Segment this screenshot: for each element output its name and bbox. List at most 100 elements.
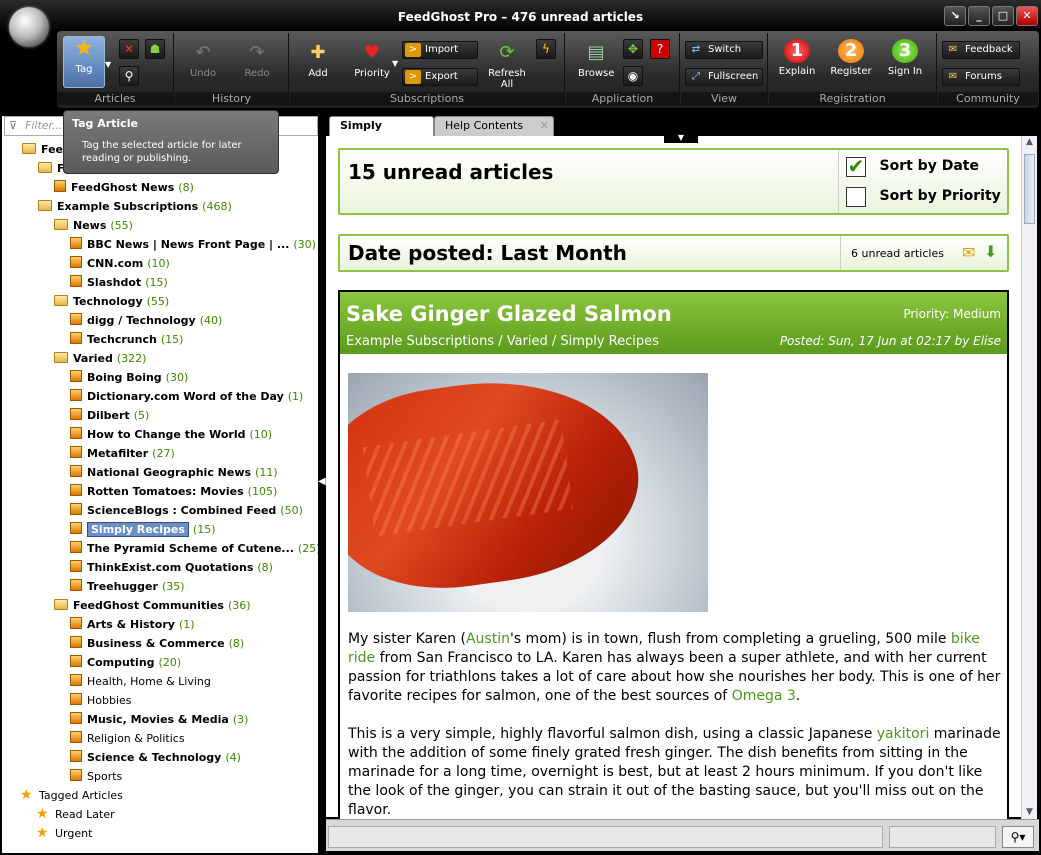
forums-button[interactable]: ✉ Forums [942,68,1020,86]
lightning-icon[interactable]: ϟ [536,39,556,59]
article-header[interactable]: Sake Ginger Glazed Salmon Priority: Medi… [340,292,1007,354]
tree-feed[interactable]: Metafilter (27) [70,444,175,463]
explain-button[interactable]: 1 Explain [775,39,819,77]
checkbox-unchecked-icon[interactable] [846,187,866,207]
rss-feed-icon [70,484,82,496]
tree-feed[interactable]: FeedGhost News (8) [54,178,194,197]
priority-dropdown-arrow[interactable]: ▼ [392,59,398,68]
sidebar: ⊽ Filter... Feed F FeedGhost News (8) Exa… [2,116,321,853]
tag-button[interactable]: ★ Tag [63,36,105,88]
down-arrow-icon[interactable]: ⬇ [984,242,997,261]
tree-feed[interactable]: Slashdot (15) [70,273,168,292]
tree-folder[interactable]: FeedGhost Communities (36) [54,596,251,615]
tree-feed[interactable]: BBC News | News Front Page | ... (30) [70,235,316,254]
title-bar[interactable]: FeedGhost Pro – 476 unread articles ↘ _ … [0,0,1041,32]
minimize-button[interactable]: _ [968,6,990,26]
vertical-scrollbar[interactable]: ▲ ▼ [1021,136,1037,821]
tree-feed[interactable]: Dictionary.com Word of the Day (1) [70,387,303,406]
date-group-header[interactable]: Date posted: Last Month 6 unread article… [338,234,1009,272]
register-button[interactable]: 2 Register [829,39,873,77]
tree-feed[interactable]: How to Change the World (10) [70,425,272,444]
priority-button[interactable]: ♥ Priority [352,41,392,79]
tree-feed[interactable]: Science & Technology (4) [70,748,241,767]
tree-tagged-articles[interactable]: ★ Tagged Articles [20,786,123,805]
tree-feed[interactable]: CNN.com (10) [70,254,170,273]
options-icon[interactable]: ◉ [623,66,643,86]
tree-feed[interactable]: Health, Home & Living [70,672,211,691]
link-austin[interactable]: Austin [466,631,510,647]
tree-folder[interactable]: Varied (322) [54,349,146,368]
rss-feed-icon [70,256,82,268]
window-title: FeedGhost Pro – 476 unread articles [397,10,644,24]
add-button[interactable]: ✚ Add [304,41,332,79]
tree-tag[interactable]: ★ Read Later [36,805,115,824]
shrink-icon[interactable]: ↘ [944,6,966,26]
feedback-icon: ✉ [948,44,958,55]
tree-feed[interactable]: National Geographic News (11) [70,463,278,482]
ghost-icon[interactable]: ☗ [145,39,165,59]
switch-button[interactable]: ⇄ Switch [685,41,763,59]
tree-feed[interactable]: Business & Commerce (8) [70,634,244,653]
tree-feed[interactable]: Music, Movies & Media (3) [70,710,248,729]
export-button[interactable]: > Export [402,68,478,86]
help-icon[interactable]: ? [650,39,670,59]
scroll-up-icon[interactable]: ▲ [1023,137,1036,150]
tree-feed[interactable]: The Pyramid Scheme of Cutene... (25) [70,539,321,558]
rss-feed-icon [70,731,82,743]
tree-feed[interactable]: Arts & History (1) [70,615,195,634]
app-logo-icon[interactable] [9,7,49,47]
tree-feed[interactable]: Boing Boing (30) [70,368,188,387]
tree-feed[interactable]: Techcrunch (15) [70,330,183,349]
folder-open-icon [38,200,52,211]
scroll-thumb[interactable] [1024,154,1035,224]
tree-folder[interactable]: F [38,159,65,178]
tree-feed[interactable]: ScienceBlogs : Combined Feed (50) [70,501,303,520]
tree-feed[interactable]: ThinkExist.com Quotations (8) [70,558,273,577]
tree-folder[interactable]: News (55) [54,216,133,235]
undo-button[interactable]: ↶ Undo [187,41,219,79]
tree-folder[interactable]: Example Subscriptions (468) [38,197,232,216]
link-yakitori[interactable]: yakitori [877,726,930,742]
close-tab-icon[interactable]: ✕ [540,117,549,135]
tab-help-contents[interactable]: Help Contents ✕ [434,116,554,136]
pane-splitter[interactable]: ◀ [318,116,326,855]
sort-by-date-option[interactable]: ✔ Sort by Date [846,156,979,177]
tree-feed[interactable]: Computing (20) [70,653,181,672]
refresh-all-button[interactable]: ⟳ Refresh All [482,41,532,90]
feedback-button[interactable]: ✉ Feedback [942,41,1020,59]
search-icon[interactable]: ⚲ [119,66,139,86]
tree-feed[interactable]: Dilbert (5) [70,406,149,425]
redo-button[interactable]: ↷ Redo [241,41,273,79]
search-dropdown-icon[interactable]: ⚲▾ [1002,826,1034,848]
tree-feed-selected[interactable]: Simply Recipes (15) [70,520,216,539]
tree-feed[interactable]: Treehugger (35) [70,577,185,596]
envelope-icon[interactable]: ✉ [962,243,975,262]
close-button[interactable]: ✕ [1016,6,1038,26]
link-omega-3[interactable]: Omega 3 [732,688,796,704]
checkbox-checked-icon[interactable]: ✔ [846,156,866,177]
tree-feed[interactable]: Sports [70,767,122,786]
tree-feed[interactable]: Rotten Tomatoes: Movies (105) [70,482,277,501]
expand-arrow-icon[interactable]: ▼ [664,134,698,143]
ribbon-toolbar: ★ Tag ▼ ✕ ☗ ⚲ Articles ↶ Undo ↷ Redo His… [57,31,1039,108]
browse-button[interactable]: ▤ Browse [578,41,614,79]
main-pane: Simply Recipes Help Contents✕ ▼ 15 unrea… [326,116,1039,853]
tree-feed[interactable]: Hobbies [70,691,132,710]
import-button[interactable]: > Import [402,41,478,59]
delete-icon[interactable]: ✕ [119,39,139,59]
rss-feed-icon [70,655,82,667]
tag-dropdown-arrow[interactable]: ▼ [105,36,113,88]
tree-tag[interactable]: ★ Urgent [36,824,92,843]
fullscreen-button[interactable]: ⤢ Fullscreen [685,68,763,86]
tree-feed[interactable]: Religion & Politics [70,729,185,748]
tree-feed[interactable]: digg / Technology (40) [70,311,222,330]
maximize-button[interactable]: □ [992,6,1014,26]
move-icon[interactable]: ✥ [623,39,643,59]
tab-simply-recipes[interactable]: Simply Recipes [329,116,434,150]
article-title[interactable]: Sake Ginger Glazed Salmon [346,302,672,326]
sign-in-button[interactable]: 3 Sign In [883,39,927,77]
sort-by-priority-option[interactable]: Sort by Priority [846,186,1001,207]
collapse-arrow-icon[interactable]: ◀ [318,476,326,487]
rss-feed-icon [54,180,66,192]
tree-folder[interactable]: Technology (55) [54,292,169,311]
